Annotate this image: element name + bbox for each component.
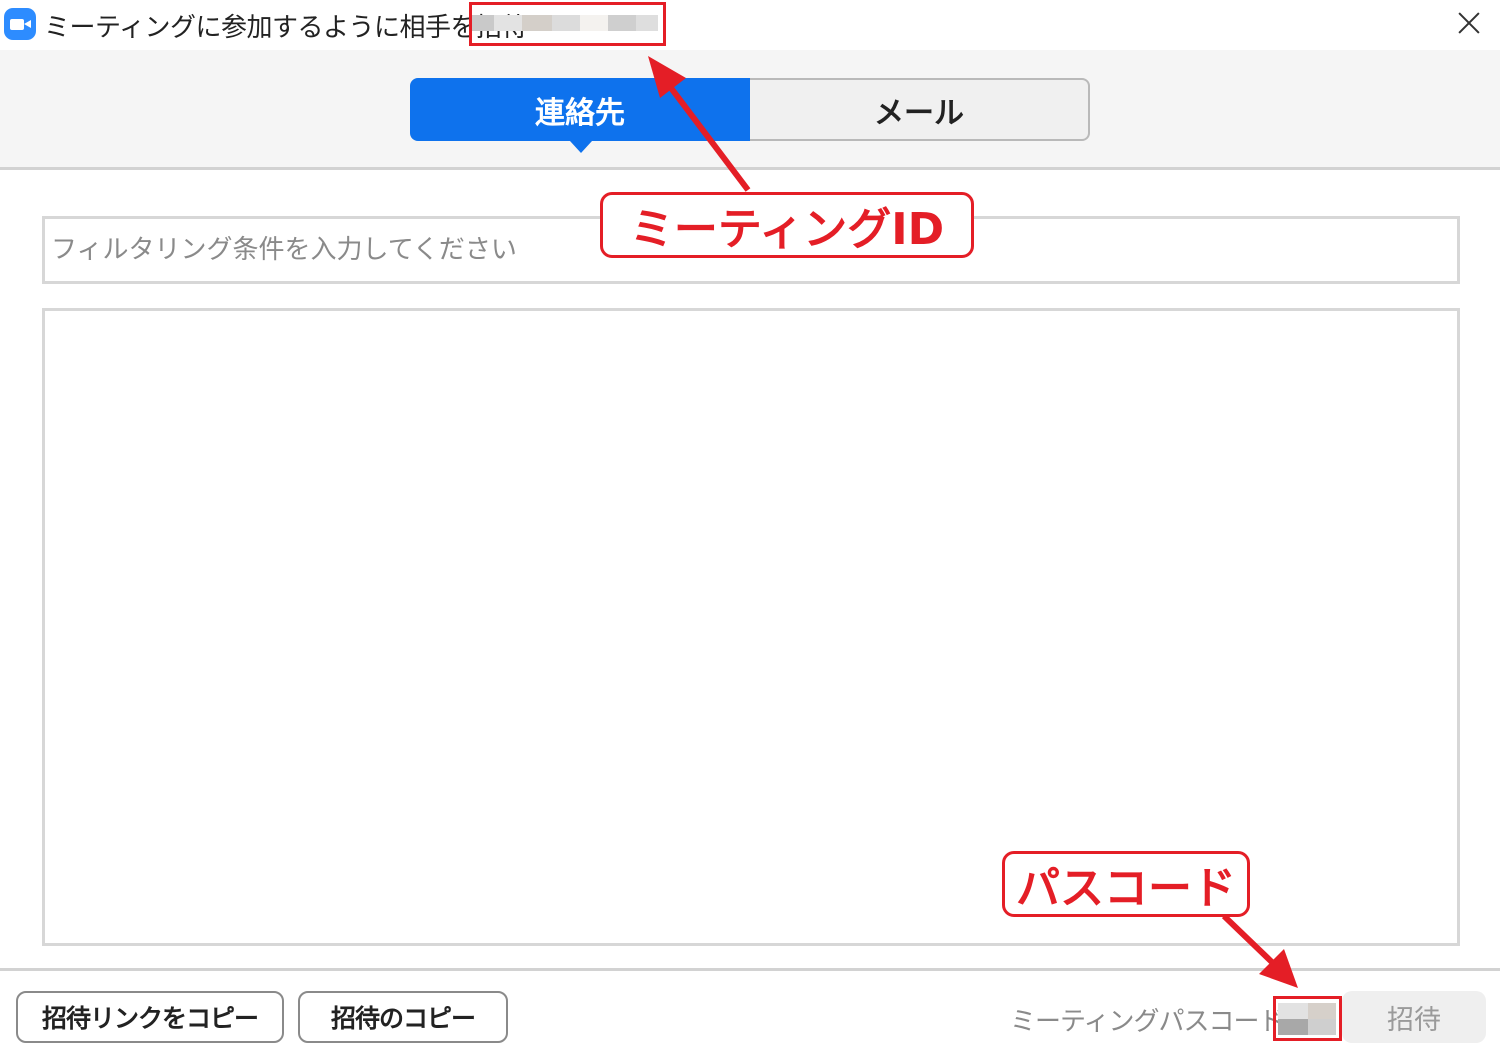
tab-contacts[interactable]: 連絡先 <box>410 78 750 153</box>
copy-invite-link-button[interactable]: 招待リンクをコピー <box>16 991 284 1043</box>
zoom-app-icon <box>4 8 36 40</box>
active-tab-pointer <box>570 141 592 153</box>
meeting-id-callout: ミーティングID <box>600 192 974 258</box>
invite-button[interactable]: 招待 <box>1342 991 1486 1043</box>
window-title: ミーティングに参加するように相手を招待 <box>44 13 527 43</box>
invite-window: ミーティングに参加するように相手を招待 連絡先 メール 招待リンクをコピー 招待… <box>0 0 1500 1053</box>
close-icon[interactable] <box>1448 6 1488 42</box>
title-bar: ミーティングに参加するように相手を招待 <box>0 0 1500 50</box>
tab-contacts-label: 連絡先 <box>535 95 625 131</box>
passcode-callout: パスコード <box>1002 851 1250 917</box>
tab-email[interactable]: メール <box>750 78 1090 141</box>
meeting-passcode-label: ミーティングパスコード： <box>1010 1007 1309 1037</box>
tab-strip: 連絡先 メール <box>0 50 1500 170</box>
tab-email-label: メール <box>874 95 964 131</box>
copy-invitation-button[interactable]: 招待のコピー <box>298 991 508 1043</box>
contact-list[interactable] <box>42 308 1460 946</box>
meeting-id-highlight-box <box>469 2 666 46</box>
passcode-highlight-box <box>1273 996 1342 1041</box>
